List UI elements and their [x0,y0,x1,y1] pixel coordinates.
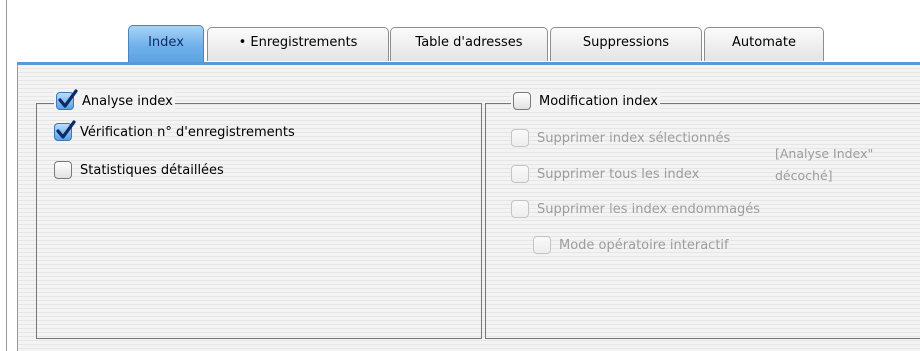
tab-content-pane: Analyse index Vérification n° d'enregist… [17,62,920,351]
verification-enregistrements-label: Vérification n° d'enregistrements [80,124,295,140]
modification-index-checkbox[interactable] [513,92,531,110]
supprimer-selectionnes-row[interactable]: Supprimer index sélectionnés [511,127,730,149]
tab-suppressions[interactable]: Suppressions [550,27,702,61]
mode-operatoire-interactif-label: Mode opératoire interactif [559,237,729,253]
supprimer-tous-index-checkbox[interactable] [511,165,529,183]
modification-index-checkbox-row[interactable]: Modification index [511,90,660,112]
modification-index-label: Modification index [539,93,658,109]
tab-bar: Index • Enregistrements Table d'adresses… [0,0,920,70]
disabled-note-line2: décoché] [775,168,833,183]
supprimer-index-endommages-checkbox[interactable] [511,200,529,218]
analyse-index-label: Analyse index [82,93,173,109]
supprimer-index-endommages-label: Supprimer les index endommagés [537,201,761,217]
disabled-note-line1: [Analyse Index" [775,146,874,161]
mode-interactif-row[interactable]: Mode opératoire interactif [533,234,729,256]
tab-table-adresses[interactable]: Table d'adresses [390,27,548,61]
tab-enregistrements[interactable]: • Enregistrements [207,27,389,61]
statistiques-detaillees-checkbox[interactable] [54,161,72,179]
statistiques-checkbox-row[interactable]: Statistiques détaillées [54,159,224,181]
supprimer-tous-index-label: Supprimer tous les index [537,166,700,182]
supprimer-index-selectionnes-checkbox[interactable] [511,129,529,147]
tab-index[interactable]: Index [128,25,204,63]
supprimer-endommages-row[interactable]: Supprimer les index endommagés [511,198,760,220]
verification-checkbox-row[interactable]: Vérification n° d'enregistrements [54,120,295,143]
supprimer-index-selectionnes-label: Supprimer index sélectionnés [537,130,731,146]
mode-operatoire-interactif-checkbox[interactable] [533,236,551,254]
analyse-index-checkbox-row[interactable]: Analyse index [54,89,175,112]
analyse-index-checkbox[interactable] [56,89,78,110]
statistiques-detaillees-label: Statistiques détaillées [80,162,224,178]
checkmark-icon [58,89,78,108]
tab-automate[interactable]: Automate [704,27,824,61]
verification-enregistrements-checkbox[interactable] [54,120,76,141]
checkmark-icon [56,120,76,139]
supprimer-tous-row[interactable]: Supprimer tous les index [511,163,699,185]
